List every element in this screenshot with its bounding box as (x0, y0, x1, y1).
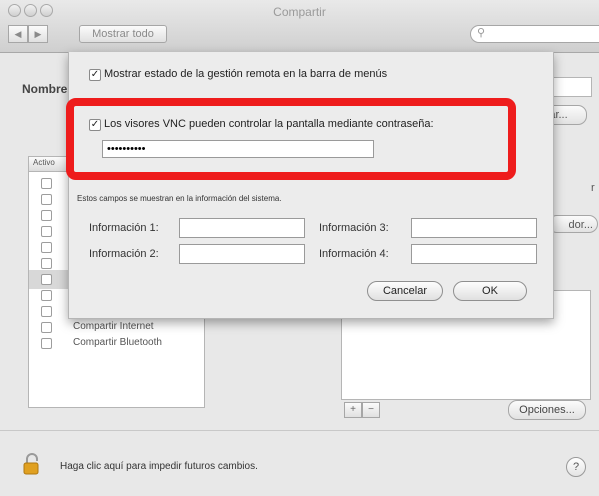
show-status-checkbox[interactable]: ✓ (89, 69, 101, 81)
service-checkbox[interactable] (41, 322, 52, 333)
service-checkbox[interactable] (41, 194, 52, 205)
service-checkbox[interactable] (41, 290, 52, 301)
remove-user-button[interactable]: − (362, 402, 380, 418)
ok-button[interactable]: OK (453, 281, 527, 301)
highlight-box (66, 98, 516, 180)
service-label: Compartir Bluetooth (73, 337, 162, 348)
remote-management-sheet: ✓ Mostrar estado de la gestión remota en… (68, 52, 554, 319)
service-checkbox[interactable] (41, 258, 52, 269)
service-checkbox[interactable] (41, 210, 52, 221)
show-status-label: Mostrar estado de la gestión remota en l… (104, 68, 388, 80)
lock-icon[interactable] (23, 453, 41, 475)
bottom-bar: Haga clic aquí para impedir futuros camb… (0, 430, 599, 496)
info-4-label: Información 4: (319, 248, 389, 260)
service-checkbox[interactable] (41, 306, 52, 317)
lock-text: Haga clic aquí para impedir futuros camb… (60, 461, 258, 472)
service-checkbox[interactable] (41, 226, 52, 237)
service-row[interactable]: Compartir Bluetooth (29, 334, 204, 353)
service-checkbox[interactable] (41, 178, 52, 189)
window-title: Compartir (273, 5, 326, 19)
computer-settings-button[interactable]: dor... (548, 215, 598, 233)
service-label: Compartir Internet (73, 321, 154, 332)
info-note: Estos campos se muestran en la informaci… (77, 194, 282, 203)
info-1-field[interactable] (179, 218, 305, 238)
search-icon: ⚲ (477, 27, 486, 39)
search-input[interactable]: ⚲ (470, 25, 599, 43)
show-all-button[interactable]: Mostrar todo (79, 25, 167, 43)
partial-label: r (591, 182, 595, 194)
info-3-field[interactable] (411, 218, 537, 238)
info-2-field[interactable] (179, 244, 305, 264)
service-checkbox[interactable] (41, 338, 52, 349)
add-user-button[interactable]: + (344, 402, 362, 418)
info-1-label: Información 1: (89, 222, 159, 234)
sharing-window: Compartir ◀ ▶ Mostrar todo ⚲ Nombre ar..… (0, 0, 599, 496)
cancel-button[interactable]: Cancelar (367, 281, 443, 301)
help-button[interactable]: ? (566, 457, 586, 477)
service-checkbox[interactable] (41, 242, 52, 253)
options-button[interactable]: Opciones... (508, 400, 586, 420)
info-4-field[interactable] (411, 244, 537, 264)
back-icon[interactable]: ◀ (8, 25, 28, 43)
service-checkbox[interactable] (41, 274, 52, 285)
active-column-header: Activo (33, 158, 55, 167)
computer-name-label: Nombre (22, 82, 68, 96)
forward-icon[interactable]: ▶ (28, 25, 48, 43)
info-2-label: Información 2: (89, 248, 159, 260)
title-bar: Compartir ◀ ▶ Mostrar todo ⚲ (0, 0, 599, 53)
info-3-label: Información 3: (319, 222, 389, 234)
